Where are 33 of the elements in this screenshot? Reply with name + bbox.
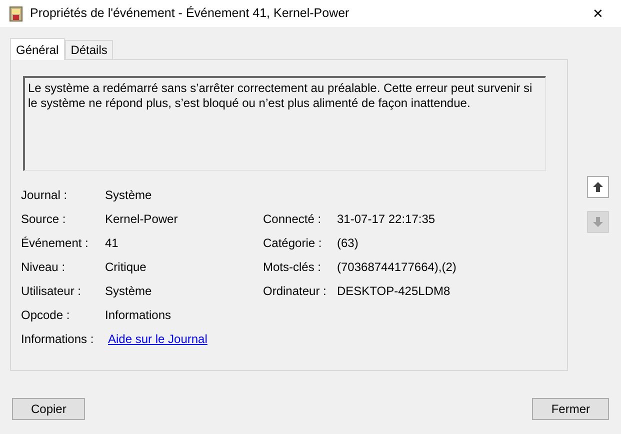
field-value: Critique [105, 259, 146, 276]
field-label: Ordinateur : [263, 283, 328, 300]
field-value: Système [105, 187, 152, 204]
field-value: 41 [105, 235, 118, 252]
event-log-icon [8, 6, 24, 22]
close-dialog-button[interactable]: Fermer [532, 398, 609, 420]
field-label: Informations : [21, 331, 95, 348]
description-box: Le système a redémarré sans s’arrêter correctement au préalable. Cette erreur peut survenir si le système ne répond plus, s’est bloqué ou n’est plus alimenté de façon inattendue. [23, 76, 546, 171]
field-value: (70368744177664),(2) [337, 259, 456, 276]
field-label: Catégorie : [263, 235, 323, 252]
tab[interactable]: Détails [64, 40, 114, 59]
field-label: Mots-clés : [263, 259, 322, 276]
field-value: Kernel-Power [105, 211, 178, 228]
up-arrow-icon [592, 181, 604, 193]
field-label: Source : [21, 211, 67, 228]
field-label: Connecté : [263, 211, 322, 228]
field-label: Niveau : [21, 259, 66, 276]
field-value: Informations [105, 307, 172, 324]
close-button[interactable]: ✕ [583, 2, 613, 26]
field-label: Journal : [21, 187, 68, 204]
down-arrow-icon [592, 216, 604, 228]
field-value: (63) [337, 235, 358, 252]
tab[interactable]: Général [10, 38, 65, 60]
previous-button[interactable] [587, 176, 609, 198]
field-value: Système [105, 283, 152, 300]
help-link[interactable]: Aide sur le Journal [108, 330, 208, 348]
field-label: Événement : [21, 235, 90, 252]
field-value: 31-07-17 22:17:35 [337, 211, 436, 228]
copy-button[interactable]: Copier [12, 398, 86, 420]
field-value: DESKTOP-425LDM8 [337, 283, 450, 300]
window-title: Propriétés de l'événement - Événement 41, Kernel-Power [30, 5, 350, 22]
field-label: Utilisateur : [21, 283, 82, 300]
field-label: Opcode : [21, 307, 71, 324]
